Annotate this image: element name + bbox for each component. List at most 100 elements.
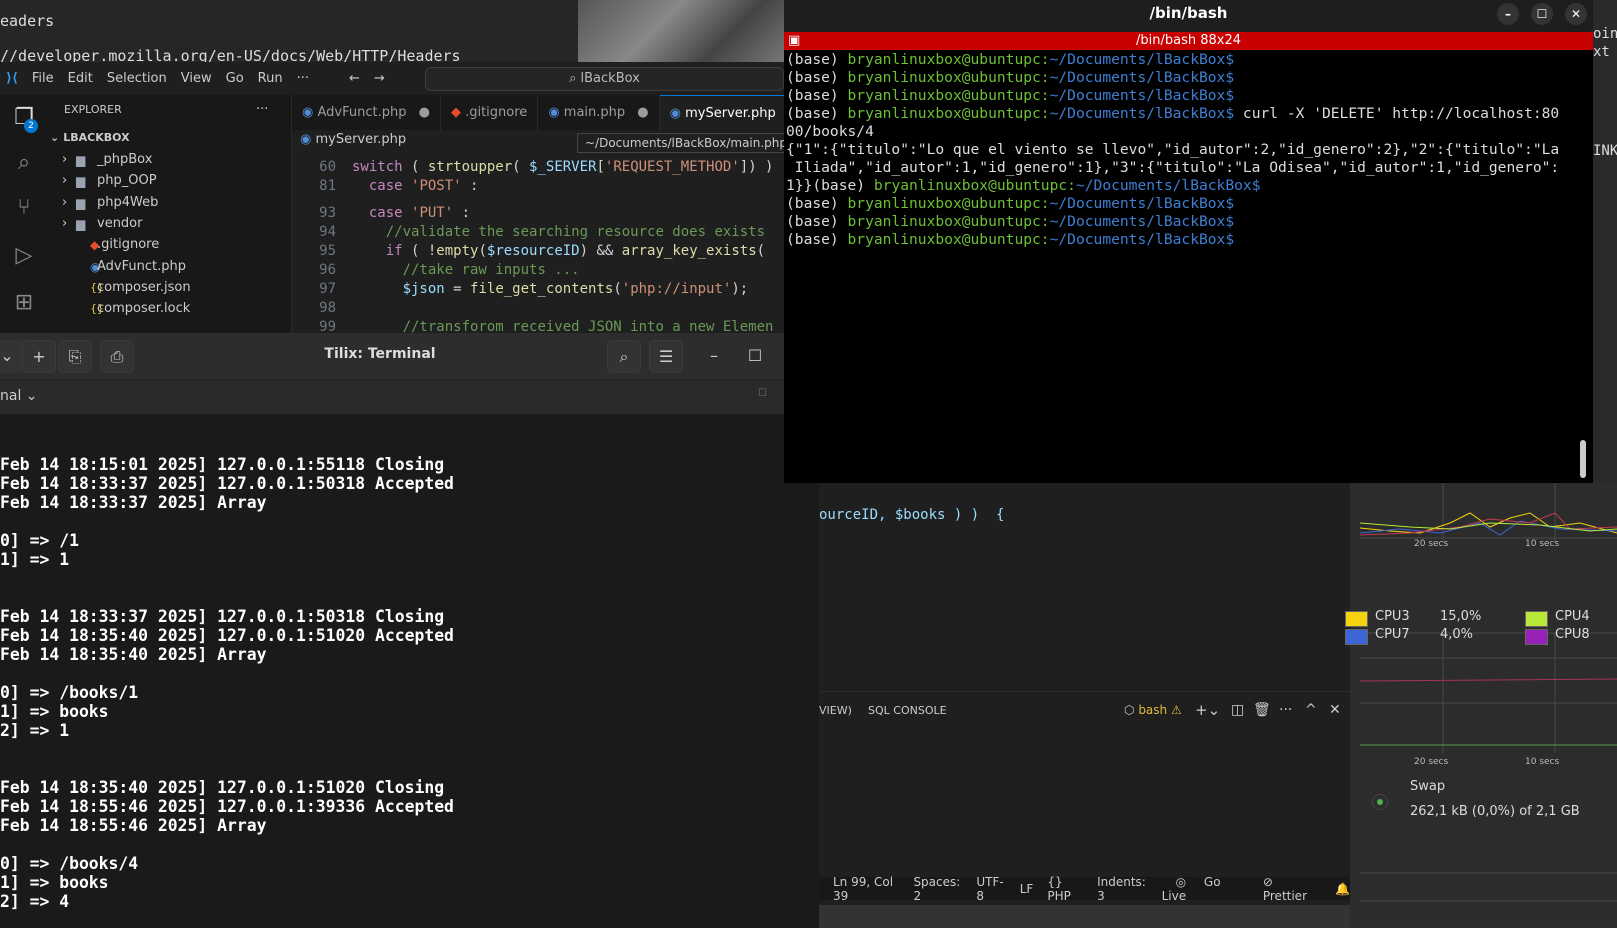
tree-item[interactable]: › ▆ _phpBox	[48, 149, 291, 171]
line-number: 95	[319, 243, 336, 259]
status-cursor[interactable]: Ln 99, Col 39	[833, 875, 899, 903]
chevron-right-icon: ›	[62, 194, 68, 210]
search-button[interactable]: ⌕	[607, 340, 641, 373]
cpu-color-swatch	[1525, 611, 1548, 627]
line-number: 99	[319, 319, 336, 333]
line-number: 81	[319, 178, 336, 194]
maximize-button[interactable]: ☐	[738, 340, 772, 373]
status-indents[interactable]: Indents: 3	[1097, 875, 1148, 903]
tab[interactable]: ◆ .gitignore	[441, 95, 539, 130]
php-icon: ◉	[302, 105, 314, 120]
menu-file[interactable]: File	[32, 71, 54, 86]
maximize-terminal-icon[interactable]: ☐	[758, 388, 767, 399]
folder-icon: ▆	[76, 216, 86, 231]
bell-icon[interactable]: 🔔	[1335, 882, 1350, 896]
menu-go[interactable]: Go	[226, 71, 244, 86]
cpu-name: CPU8	[1555, 627, 1590, 642]
tick-20s: 20 secs	[1414, 539, 1449, 549]
tree-item-label: _phpBox	[97, 152, 153, 167]
tree-item[interactable]: › ▆ vendor	[48, 213, 291, 235]
code-line: 95 if ( !empty($resourceID) && array_key…	[292, 242, 765, 261]
code-line: 94 //validate the searching resource doe…	[292, 223, 765, 242]
prettier-icon: ⊘	[1262, 874, 1273, 889]
code-line: 81 case 'POST' :	[292, 177, 478, 196]
window-title: /bin/bash	[1149, 4, 1228, 22]
status-eol[interactable]: LF	[1020, 882, 1034, 896]
code-editor[interactable]: ◉ myServer.php 60 switch ( strtoupper( $_…	[292, 130, 784, 333]
code-line: 93 case 'PUT' :	[292, 204, 470, 223]
scrollbar[interactable]	[1580, 440, 1586, 478]
status-language[interactable]: {} PHP	[1047, 875, 1083, 903]
more-icon[interactable]: ···	[1279, 702, 1292, 718]
chevron-down-icon: ⌄	[25, 388, 38, 404]
chevron-up-icon[interactable]: ^	[1305, 702, 1317, 718]
extensions-icon[interactable]: ⊞	[10, 290, 38, 318]
session-label: nal	[0, 388, 22, 404]
bg-text: INK	[1593, 143, 1617, 159]
breadcrumb[interactable]: ◉ myServer.php	[300, 132, 406, 147]
close-button[interactable]: ✕	[1565, 3, 1587, 25]
run-debug-icon[interactable]: ▷	[10, 243, 38, 271]
back-arrow-icon[interactable]: ←	[349, 71, 360, 86]
minimize-button[interactable]: –	[1497, 3, 1519, 25]
folder-icon: ▆	[76, 195, 86, 210]
source-control-icon[interactable]: ⑂	[10, 195, 38, 223]
close-panel-icon[interactable]: ✕	[1329, 702, 1341, 718]
menu-selection[interactable]: Selection	[107, 71, 167, 86]
maximize-button[interactable]: ☐	[1531, 3, 1553, 25]
explorer-more-button[interactable]: ···	[256, 99, 276, 121]
status-spaces[interactable]: Spaces: 2	[913, 875, 962, 903]
bg-text: oint_	[1593, 26, 1617, 42]
tree-item[interactable]: {} composer.lock	[48, 298, 291, 320]
tilix-title: Tilix: Terminal	[324, 346, 436, 362]
tree-item[interactable]: {} composer.json	[48, 277, 291, 299]
status-prettier[interactable]: ⊘ Prettier	[1249, 875, 1321, 903]
tree-item[interactable]: ◆ .gitignore	[48, 234, 291, 256]
cpu-graph	[1360, 483, 1617, 902]
forward-arrow-icon[interactable]: →	[374, 71, 385, 86]
search-icon[interactable]: ⌕	[10, 150, 38, 178]
bash-output[interactable]: (base) bryanlinuxbox@ubuntupc:~/Document…	[786, 51, 1586, 249]
terminal-selector[interactable]: ⬡ bash ⚠	[1124, 703, 1182, 717]
tree-item[interactable]: ◉ AdvFunct.php	[48, 256, 291, 278]
tab-label: .gitignore	[465, 105, 528, 120]
line-number: 96	[319, 262, 336, 278]
menu-button[interactable]: ☰	[649, 340, 683, 373]
status-go-live[interactable]: ◎ Go Live	[1162, 875, 1235, 903]
code-line: 96 //take raw inputs ...	[292, 261, 579, 280]
trash-icon[interactable]: 🗑	[1253, 702, 1271, 718]
system-monitor: 20 secs 10 secs CPU3 15,0% CPU7 4,0% CPU4 CPU…	[1345, 483, 1617, 928]
new-terminal-button[interactable]: +⌄	[1195, 701, 1220, 719]
tab-label: myServer.php	[685, 106, 776, 121]
php-icon: ◉	[669, 106, 681, 121]
chevron-right-icon: ›	[62, 173, 68, 189]
tick-10s: 10 secs	[1525, 757, 1560, 767]
tree-root[interactable]: ⌄ LBACKBOX	[48, 127, 291, 149]
panel-tab-sql-console[interactable]: SQL CONSOLE	[868, 704, 947, 717]
menu-edit[interactable]: Edit	[68, 71, 93, 86]
tab[interactable]: ◉ main.php ●	[538, 95, 660, 130]
cpu4-line	[1360, 522, 1617, 532]
menu-view[interactable]: View	[181, 71, 212, 86]
session-dropdown[interactable]: nal ⌄	[0, 388, 38, 404]
menu-run[interactable]: Run	[258, 71, 283, 86]
panel-tab-view[interactable]: VIEW)	[819, 704, 852, 717]
line-number: 60	[319, 159, 336, 175]
terminal-menu-icon[interactable]: ▣	[788, 32, 800, 50]
command-center[interactable]: ⌕ lBackBox	[425, 67, 784, 91]
tab[interactable]: ◉ AdvFunct.php ●	[292, 95, 441, 130]
tree-item[interactable]: › ▆ php_OOP	[48, 170, 291, 192]
tilix-terminal-output[interactable]: Feb 14 18:15:01 2025] 127.0.0.1:55118 Cl…	[0, 414, 820, 928]
split-terminal-icon[interactable]: ◫	[1231, 702, 1244, 718]
code-line: 60 switch ( strtoupper( $_SERVER['REQUEST…	[292, 158, 773, 177]
git-icon: ◆	[450, 105, 461, 120]
tree-item[interactable]: › ▆ php4Web	[48, 192, 291, 214]
tick-20s: 20 secs	[1414, 757, 1449, 767]
vscode-logo-icon: ⟩⟨	[6, 71, 18, 86]
menu-more[interactable]: ···	[297, 71, 309, 86]
tab[interactable]: ◉ myServer.php	[659, 95, 787, 130]
minimize-button[interactable]: –	[697, 340, 731, 373]
swap-indicator	[1372, 794, 1388, 810]
status-encoding[interactable]: UTF-8	[976, 875, 1005, 903]
warning-icon: ⚠	[1170, 703, 1182, 717]
